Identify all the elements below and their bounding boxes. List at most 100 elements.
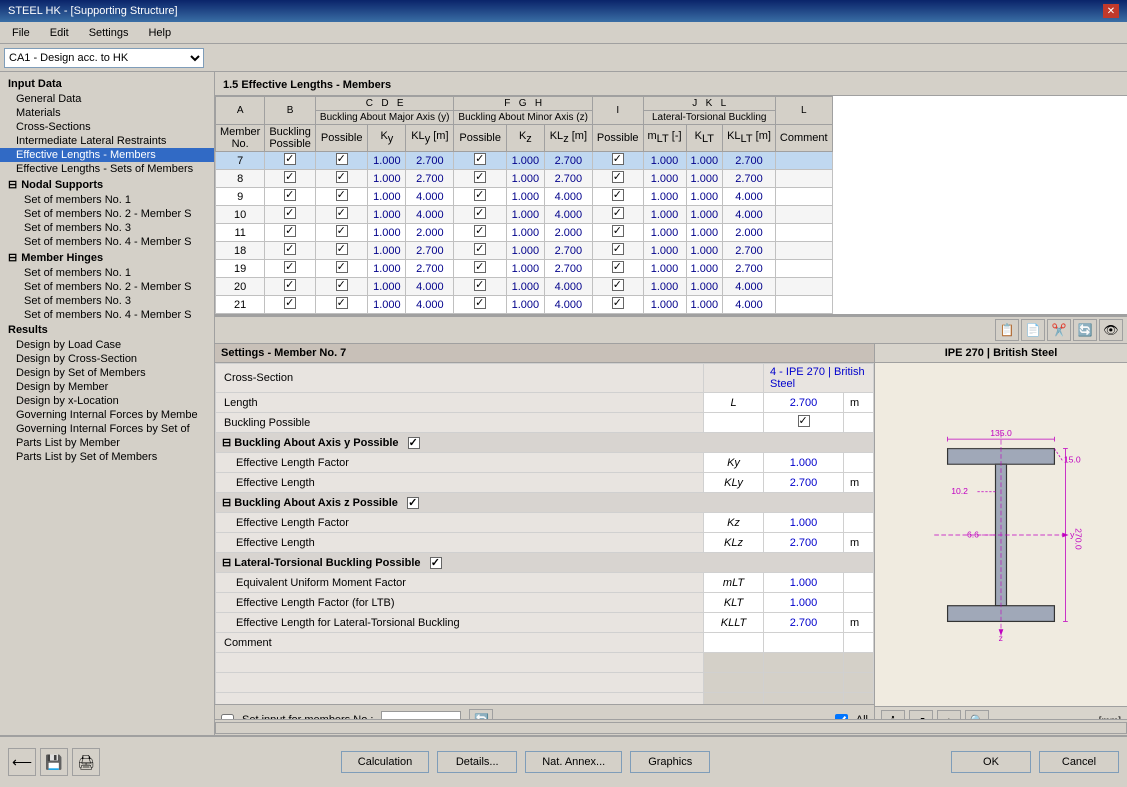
checkbox[interactable] bbox=[336, 153, 348, 165]
checkbox[interactable] bbox=[474, 171, 486, 183]
cell-buck-b[interactable] bbox=[315, 278, 368, 296]
value-eff-ltb-factor[interactable]: 1.000 bbox=[764, 593, 844, 613]
cell-buck-e[interactable] bbox=[454, 170, 507, 188]
toolbar-btn-add[interactable]: 📋 bbox=[995, 319, 1019, 341]
sidebar-item-parts-list-member[interactable]: Parts List by Member bbox=[0, 436, 214, 450]
cell-buck-h[interactable] bbox=[592, 242, 643, 260]
table-row[interactable]: 10 1.000 4.000 1.000 4.000 1.000 1.000 4… bbox=[216, 206, 833, 224]
checkbox[interactable] bbox=[612, 279, 624, 291]
cell-buck-e[interactable] bbox=[454, 224, 507, 242]
checkbox[interactable] bbox=[284, 171, 296, 183]
cell-buck-b[interactable] bbox=[315, 206, 368, 224]
sidebar-item-intermediate-lateral-restraints[interactable]: Intermediate Lateral Restraints bbox=[0, 134, 214, 148]
cell-buck-a[interactable] bbox=[265, 242, 316, 260]
sidebar-item-hinge-4[interactable]: Set of members No. 4 - Member S bbox=[0, 308, 214, 322]
checkbox[interactable] bbox=[284, 153, 296, 165]
cell-buck-b[interactable] bbox=[315, 224, 368, 242]
toolbar-btn-info[interactable]: 🔄 bbox=[1073, 319, 1097, 341]
checkbox[interactable] bbox=[336, 279, 348, 291]
sidebar-item-hinge-1[interactable]: Set of members No. 1 bbox=[0, 266, 214, 280]
menu-edit[interactable]: Edit bbox=[42, 25, 77, 41]
cell-buck-h[interactable] bbox=[592, 224, 643, 242]
checkbox[interactable] bbox=[336, 243, 348, 255]
checkbox[interactable] bbox=[336, 189, 348, 201]
cell-buck-h[interactable] bbox=[592, 278, 643, 296]
graphics-button[interactable]: Graphics bbox=[630, 751, 710, 773]
checkbox[interactable] bbox=[336, 225, 348, 237]
sidebar-member-hinges-header[interactable]: ⊟ Member Hinges bbox=[0, 249, 214, 266]
cell-buck-h[interactable] bbox=[592, 188, 643, 206]
checkbox[interactable] bbox=[284, 243, 296, 255]
ok-button[interactable]: OK bbox=[951, 751, 1031, 773]
sidebar-nodal-supports-header[interactable]: ⊟ Nodal Supports bbox=[0, 176, 214, 193]
checkbox[interactable] bbox=[612, 243, 624, 255]
table-row[interactable]: 19 1.000 2.700 1.000 2.700 1.000 1.000 2… bbox=[216, 260, 833, 278]
sidebar-item-nodal-1[interactable]: Set of members No. 1 bbox=[0, 193, 214, 207]
sidebar-item-cross-sections[interactable]: Cross-Sections bbox=[0, 120, 214, 134]
cell-buck-e[interactable] bbox=[454, 296, 507, 314]
cell-buck-a[interactable] bbox=[265, 188, 316, 206]
sidebar-item-governing-forces-set[interactable]: Governing Internal Forces by Set of bbox=[0, 422, 214, 436]
sidebar-item-design-member[interactable]: Design by Member bbox=[0, 380, 214, 394]
cell-buck-h[interactable] bbox=[592, 206, 643, 224]
cell-buck-b[interactable] bbox=[315, 152, 368, 170]
table-row[interactable]: 18 1.000 2.700 1.000 2.700 1.000 1.000 2… bbox=[216, 242, 833, 260]
cell-buck-a[interactable] bbox=[265, 224, 316, 242]
sidebar-item-general-data[interactable]: General Data bbox=[0, 92, 214, 106]
checkbox[interactable] bbox=[612, 225, 624, 237]
cell-buck-e[interactable] bbox=[454, 206, 507, 224]
table-row[interactable]: 20 1.000 4.000 1.000 4.000 1.000 1.000 4… bbox=[216, 278, 833, 296]
checkbox[interactable] bbox=[284, 207, 296, 219]
cell-buck-h[interactable] bbox=[592, 260, 643, 278]
table-row[interactable]: 7 1.000 2.700 1.000 2.700 1.000 1.000 2.… bbox=[216, 152, 833, 170]
checkbox[interactable] bbox=[336, 207, 348, 219]
cell-buck-h[interactable] bbox=[592, 152, 643, 170]
checkbox[interactable] bbox=[284, 297, 296, 309]
checkbox[interactable] bbox=[474, 189, 486, 201]
sidebar-item-nodal-2[interactable]: Set of members No. 2 - Member S bbox=[0, 207, 214, 221]
data-table-container[interactable]: A B C D E F G H I J K L L Buckling About… bbox=[215, 96, 1127, 316]
table-row[interactable]: 11 1.000 2.000 1.000 2.000 1.000 1.000 2… bbox=[216, 224, 833, 242]
cell-buck-b[interactable] bbox=[315, 260, 368, 278]
cell-buck-e[interactable] bbox=[454, 260, 507, 278]
value-buckling-possible[interactable] bbox=[764, 413, 844, 433]
menu-help[interactable]: Help bbox=[140, 25, 179, 41]
sidebar-item-design-cross-section[interactable]: Design by Cross-Section bbox=[0, 352, 214, 366]
checkbox[interactable] bbox=[612, 189, 624, 201]
sidebar-item-effective-lengths-members[interactable]: Effective Lengths - Members bbox=[0, 148, 214, 162]
checkbox[interactable] bbox=[474, 297, 486, 309]
cancel-button[interactable]: Cancel bbox=[1039, 751, 1119, 773]
sidebar-item-design-set-members[interactable]: Design by Set of Members bbox=[0, 366, 214, 380]
cell-buck-b[interactable] bbox=[315, 296, 368, 314]
checkbox[interactable] bbox=[612, 207, 624, 219]
sidebar-item-design-x-location[interactable]: Design by x-Location bbox=[0, 394, 214, 408]
design-dropdown[interactable]: CA1 - Design acc. to HK bbox=[4, 48, 204, 68]
table-row[interactable]: 21 1.000 4.000 1.000 4.000 1.000 1.000 4… bbox=[216, 296, 833, 314]
nat-annex-button[interactable]: Nat. Annex... bbox=[525, 751, 622, 773]
table-row[interactable]: 8 1.000 2.700 1.000 2.700 1.000 1.000 2.… bbox=[216, 170, 833, 188]
value-eff-factor-z[interactable]: 1.000 bbox=[764, 513, 844, 533]
checkbox[interactable] bbox=[284, 189, 296, 201]
checkbox[interactable] bbox=[612, 153, 624, 165]
sidebar-item-effective-lengths-sets[interactable]: Effective Lengths - Sets of Members bbox=[0, 162, 214, 176]
icon-btn-3[interactable]: 🖨 bbox=[72, 748, 100, 776]
checkbox[interactable] bbox=[474, 261, 486, 273]
cell-buck-a[interactable] bbox=[265, 296, 316, 314]
cell-buck-e[interactable] bbox=[454, 188, 507, 206]
cell-buck-e[interactable] bbox=[454, 152, 507, 170]
value-eff-ltb[interactable]: 2.700 bbox=[764, 613, 844, 633]
sidebar-item-governing-forces-member[interactable]: Governing Internal Forces by Membe bbox=[0, 408, 214, 422]
checkbox[interactable] bbox=[612, 171, 624, 183]
value-equiv-moment[interactable]: 1.000 bbox=[764, 573, 844, 593]
checkbox[interactable] bbox=[284, 225, 296, 237]
icon-btn-1[interactable]: ⟵ bbox=[8, 748, 36, 776]
checkbox[interactable] bbox=[474, 153, 486, 165]
toolbar-btn-copy[interactable]: 📄 bbox=[1021, 319, 1045, 341]
cell-buck-e[interactable] bbox=[454, 278, 507, 296]
cell-buck-a[interactable] bbox=[265, 260, 316, 278]
hscroll-track[interactable] bbox=[215, 722, 1127, 734]
cell-buck-a[interactable] bbox=[265, 278, 316, 296]
value-eff-factor-y[interactable]: 1.000 bbox=[764, 453, 844, 473]
checkbox[interactable] bbox=[284, 279, 296, 291]
checkbox[interactable] bbox=[474, 279, 486, 291]
